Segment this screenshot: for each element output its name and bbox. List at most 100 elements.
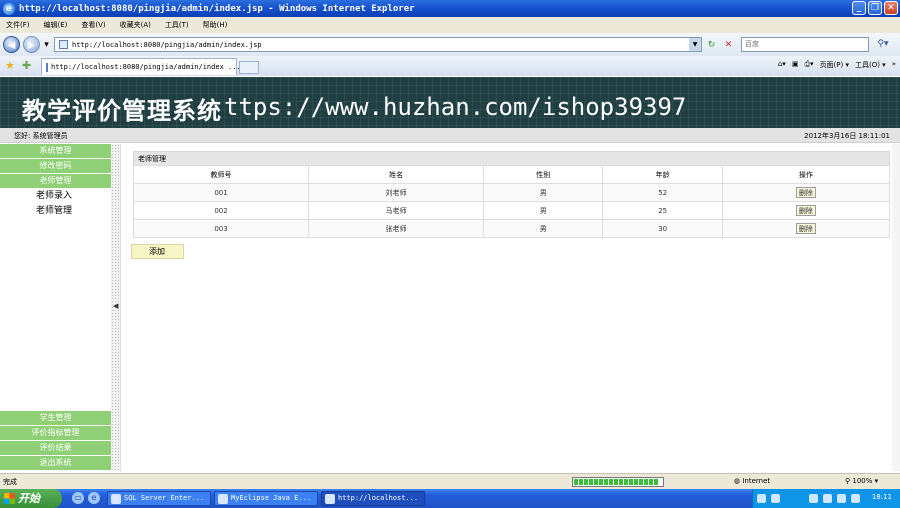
- tools-menu[interactable]: 工具(O) ▾: [855, 60, 886, 70]
- zoom-level[interactable]: ⚲ 100% ▾: [845, 477, 878, 485]
- window-title: http://localhost:8080/pingjia/admin/inde…: [19, 3, 415, 14]
- tray-security-icon[interactable]: [837, 494, 846, 503]
- system-banner: 教学评价管理系统 ttps://www.huzhan.com/ishop3939…: [0, 77, 900, 128]
- sidebar-item-logout[interactable]: 退出系统: [0, 456, 111, 471]
- sidebar-item-evaluation-results[interactable]: 评价结果: [0, 441, 111, 456]
- sidebar-subitem-teacher-entry[interactable]: 老师录入: [0, 189, 111, 204]
- search-icon[interactable]: ⚲▾: [873, 37, 893, 52]
- sidebar-item-system-management[interactable]: 系统管理: [0, 144, 111, 159]
- sql-server-icon: [111, 494, 121, 504]
- sidebar-item-evaluation-indicators[interactable]: 评价指标管理: [0, 426, 111, 441]
- delete-button[interactable]: 删除: [795, 205, 816, 216]
- delete-button[interactable]: 删除: [795, 187, 816, 198]
- progress-block: [584, 479, 588, 485]
- system-tray: 18:11: [752, 489, 900, 508]
- menu-tools[interactable]: 工具(T): [165, 20, 189, 30]
- tray-network-icon[interactable]: [771, 494, 780, 503]
- tab-bar: ★ ✚ http://localhost:8080/pingjia/admin/…: [0, 56, 900, 76]
- quicklaunch-ie-icon[interactable]: e: [88, 492, 100, 504]
- menu-edit[interactable]: 编辑(E): [44, 20, 68, 30]
- print-icon[interactable]: ⎙▾: [804, 60, 813, 70]
- sidebar-subitem-teacher-manage[interactable]: 老师管理: [0, 204, 111, 219]
- tray-volume-icon[interactable]: [823, 494, 832, 503]
- close-button[interactable]: ✕: [884, 1, 898, 15]
- main-content: 老师管理 教师号 姓名 性别 年龄 操作 001 刘老师 男 52 删除 002…: [122, 144, 892, 471]
- search-field: [741, 37, 869, 52]
- menu-favorites[interactable]: 收藏夹(A): [120, 20, 151, 30]
- menu-view[interactable]: 查看(V): [81, 20, 105, 30]
- start-label: 开始: [18, 492, 40, 505]
- address-toolbar: ◀ ▶ ▾ ▼ ↻ ✕ ⚲▾: [0, 33, 900, 56]
- teacher-age: 30: [602, 219, 723, 238]
- taskbar-clock: 18:11: [871, 493, 892, 501]
- search-input[interactable]: [742, 38, 862, 51]
- tray-ime-icon[interactable]: [809, 494, 818, 503]
- feeds-icon[interactable]: ▣: [792, 60, 799, 70]
- stop-icon[interactable]: ✕: [722, 39, 735, 51]
- menu-help[interactable]: 帮助(H): [203, 20, 228, 30]
- teacher-age: 25: [602, 201, 723, 220]
- sidebar-item-teacher-management[interactable]: 老师管理: [0, 174, 111, 189]
- progress-block: [639, 479, 643, 485]
- refresh-icon[interactable]: ↻: [705, 39, 718, 51]
- status-text: 完成: [3, 478, 17, 486]
- task-label: http://localhost...: [338, 494, 419, 502]
- back-arrow-icon[interactable]: ◀: [3, 36, 20, 53]
- maximize-button[interactable]: ❐: [868, 1, 882, 15]
- page-load-progress: [572, 477, 664, 487]
- myeclipse-icon: [218, 494, 228, 504]
- internet-explorer-icon: e: [3, 2, 15, 15]
- teacher-gender: 男: [483, 183, 604, 202]
- frame-splitter[interactable]: ◀: [111, 144, 121, 471]
- address-input[interactable]: [72, 40, 672, 49]
- task-sql-server[interactable]: SQL Server Enter...: [107, 491, 211, 506]
- task-label: MyEclipse Java E...: [231, 494, 312, 502]
- menu-file[interactable]: 文件(F): [6, 20, 30, 30]
- table-row: 002 马老师 男 25 删除: [132, 201, 891, 220]
- teacher-id: 001: [132, 183, 310, 202]
- windows-taskbar: 开始 ▭ e SQL Server Enter... MyEclipse Jav…: [0, 489, 900, 508]
- sidebar-item-student-management[interactable]: 学生管理: [0, 411, 111, 426]
- task-myeclipse[interactable]: MyEclipse Java E...: [214, 491, 318, 506]
- tray-keyboard-icon[interactable]: [757, 494, 766, 503]
- progress-block: [629, 479, 633, 485]
- sidebar-item-change-password[interactable]: 修改密码: [0, 159, 111, 174]
- teacher-id: 002: [132, 201, 310, 220]
- address-dropdown-icon[interactable]: ▼: [689, 38, 701, 51]
- browser-tab[interactable]: http://localhost:8080/pingjia/admin/inde…: [41, 58, 241, 75]
- tray-update-icon[interactable]: [851, 494, 860, 503]
- show-desktop-icon[interactable]: ▭: [72, 492, 84, 504]
- more-chevron-icon[interactable]: »: [892, 60, 896, 70]
- progress-block: [634, 479, 638, 485]
- teacher-gender: 男: [483, 219, 604, 238]
- add-favorites-icon[interactable]: ✚: [22, 59, 31, 72]
- task-internet-explorer[interactable]: http://localhost...: [321, 491, 425, 506]
- start-button[interactable]: 开始: [0, 489, 62, 508]
- teacher-table: 教师号 姓名 性别 年龄 操作 001 刘老师 男 52 删除 002 马老师: [132, 165, 891, 238]
- progress-block: [649, 479, 653, 485]
- home-icon[interactable]: ⌂▾: [778, 60, 786, 70]
- tab-favicon-icon: [46, 62, 48, 72]
- column-header: 性别: [483, 165, 604, 184]
- add-teacher-button[interactable]: 添加: [131, 244, 184, 259]
- windows-logo-icon: [4, 493, 15, 504]
- zone-label: Internet: [742, 477, 771, 485]
- progress-block: [594, 479, 598, 485]
- page-favicon-icon: [59, 40, 68, 49]
- forward-arrow-icon[interactable]: ▶: [23, 36, 40, 53]
- delete-button[interactable]: 删除: [795, 223, 816, 234]
- favorites-star-icon[interactable]: ★: [5, 59, 15, 72]
- menu-bar: 文件(F) 编辑(E) 查看(V) 收藏夹(A) 工具(T) 帮助(H): [0, 17, 900, 33]
- teacher-name: 刘老师: [308, 183, 485, 202]
- minimize-button[interactable]: _: [852, 1, 866, 15]
- page-menu[interactable]: 页面(P) ▾: [820, 60, 849, 70]
- new-tab-button[interactable]: [239, 61, 259, 74]
- collapse-arrow-icon[interactable]: ◀: [113, 302, 118, 310]
- security-zone[interactable]: ◍ Internet: [734, 477, 770, 485]
- welcome-bar: 您好: 系统管理员 2012年3月16日 18:11:01: [0, 128, 900, 143]
- table-row: 001 刘老师 男 52 删除: [132, 183, 891, 202]
- history-dropdown-icon[interactable]: ▾: [40, 39, 53, 51]
- zoom-value: 100%: [852, 477, 873, 485]
- column-header: 教师号: [132, 165, 310, 184]
- content-scrollbar[interactable]: [892, 144, 900, 471]
